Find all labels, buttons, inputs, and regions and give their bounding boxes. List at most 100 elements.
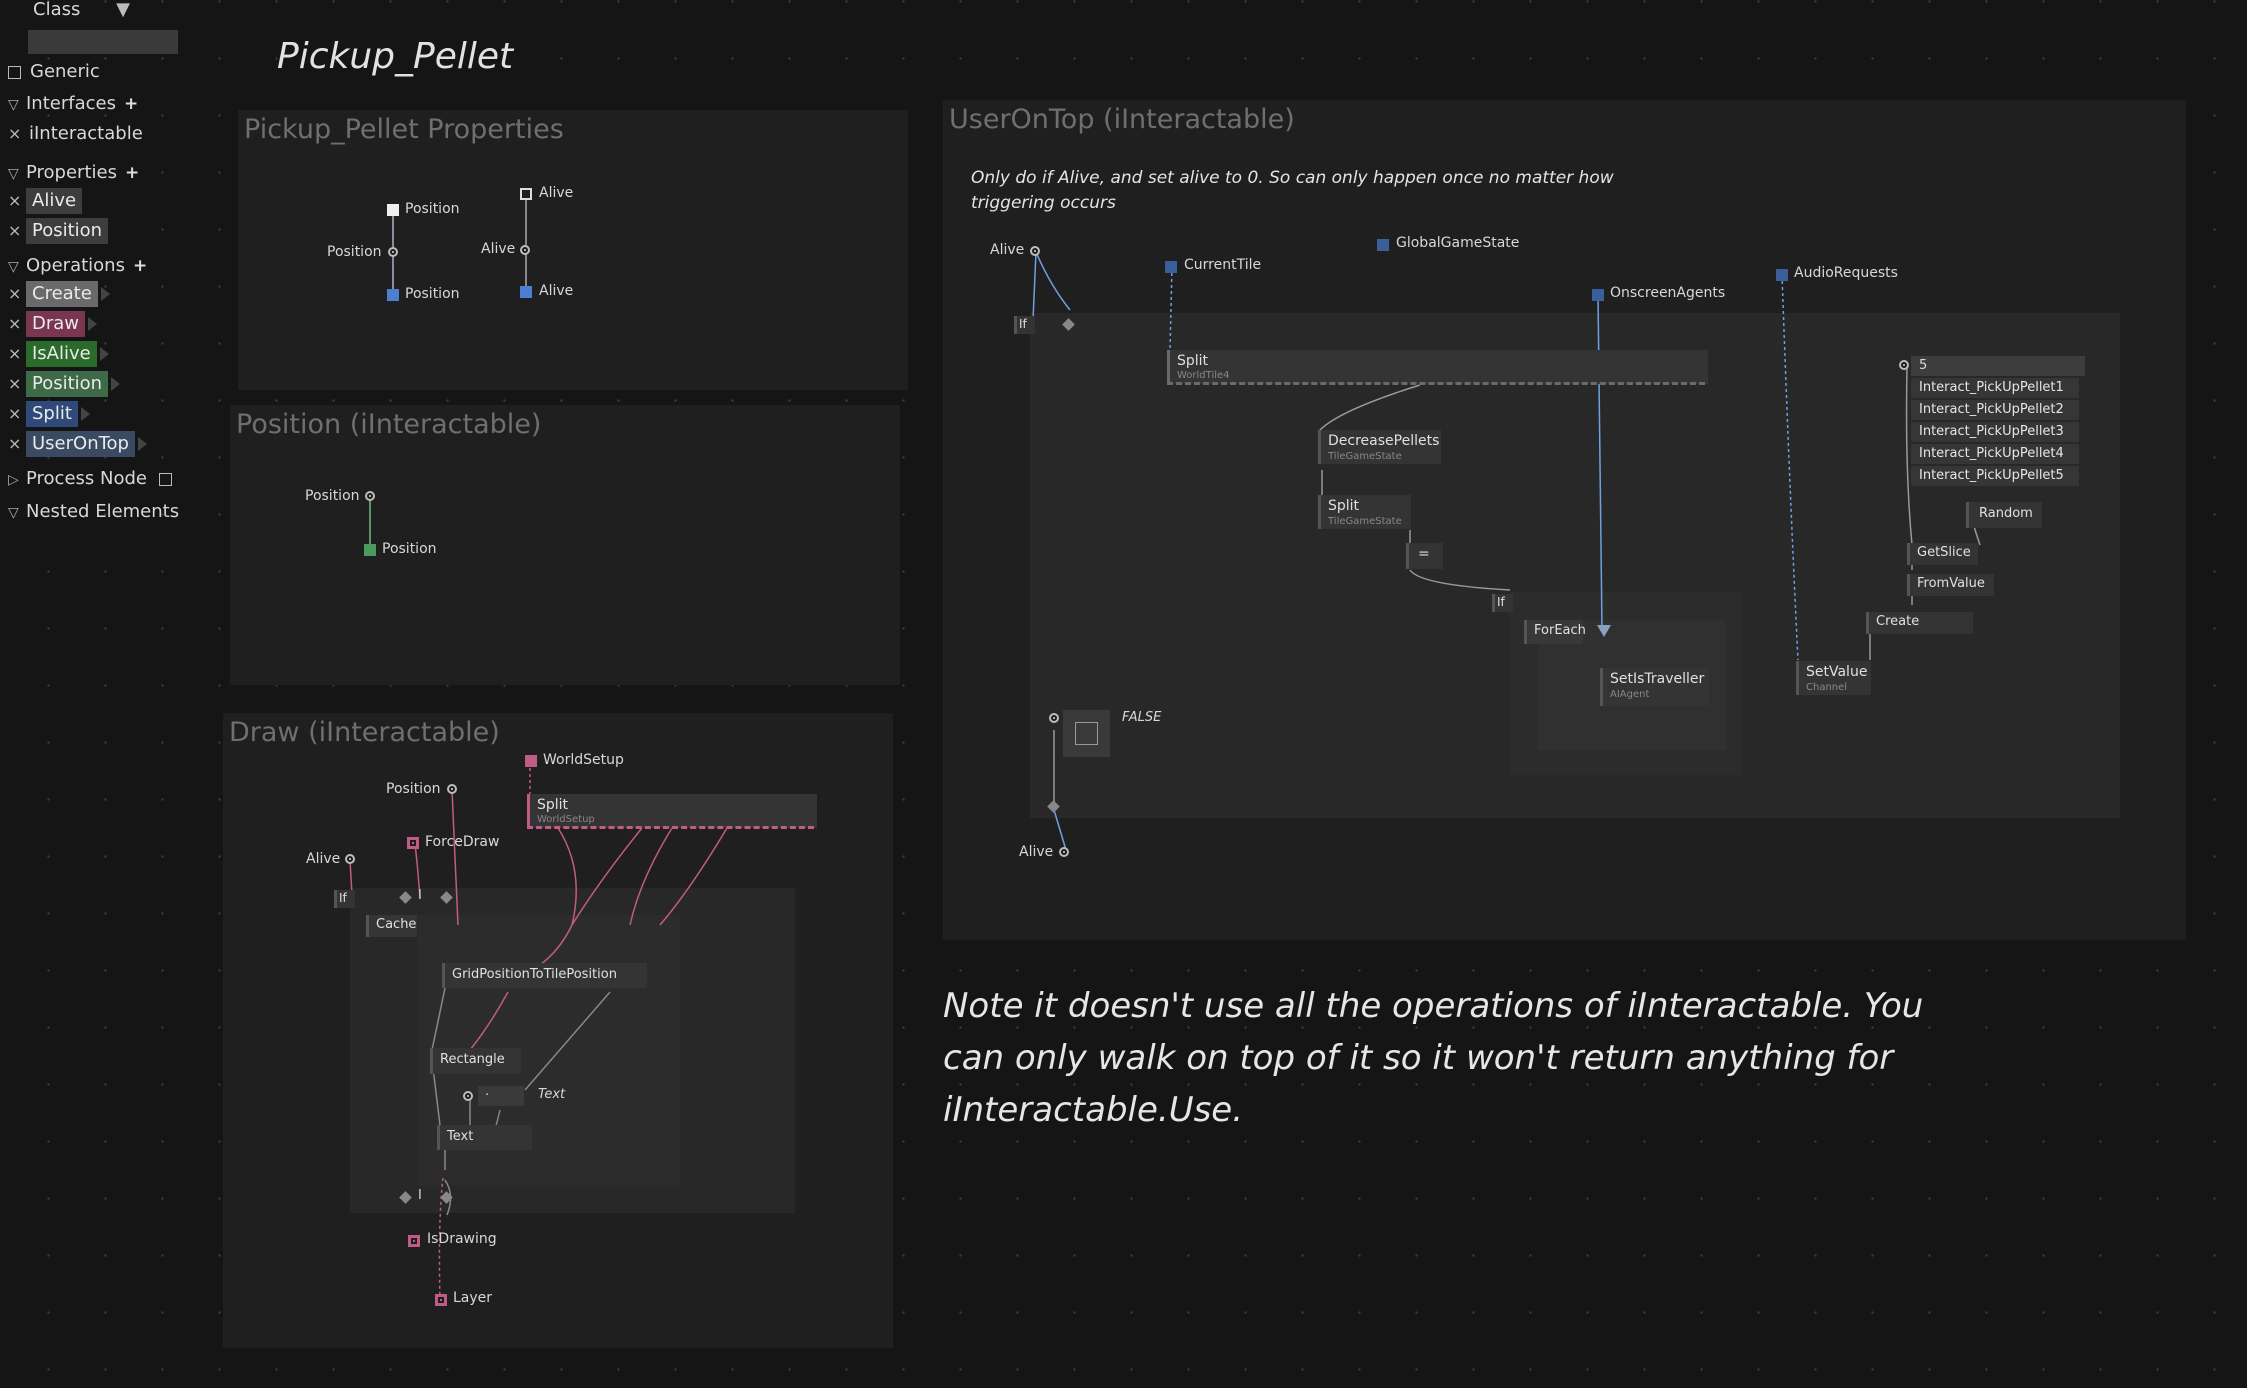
list-item[interactable]: Interact_PickUpPellet2 — [1911, 400, 2079, 420]
position-output-label: Position — [405, 201, 460, 217]
random-node[interactable]: Random — [1966, 502, 2042, 528]
node-label: If — [339, 891, 347, 905]
equals-node[interactable]: = — [1406, 543, 1443, 569]
split-worldtile-node[interactable]: Split WorldTile4 — [1167, 350, 1708, 384]
is-drawing-label: IsDrawing — [427, 1231, 497, 1247]
position-label: Position — [386, 781, 441, 797]
node-label: If — [1497, 595, 1505, 609]
if-node[interactable]: If — [1492, 594, 1513, 612]
list-input-pin[interactable] — [1899, 360, 1909, 370]
alive-input-label: Alive — [990, 242, 1025, 258]
node-sublabel: WorldSetup — [537, 814, 595, 825]
position-output-label: Position — [382, 541, 437, 557]
node-label: Random — [1979, 506, 2033, 521]
text-italic-label: Text — [538, 1087, 566, 1102]
alive-value-label: Alive — [539, 283, 574, 299]
rectangle-node[interactable]: Rectangle — [430, 1048, 521, 1074]
false-label: FALSE — [1122, 710, 1162, 725]
audio-requests-pin[interactable] — [1776, 269, 1788, 281]
list-count-field[interactable]: 5 — [1911, 356, 2085, 376]
split-outputs-bar — [527, 826, 814, 832]
node-label: Split — [1177, 353, 1209, 369]
layer-label: Layer — [453, 1290, 493, 1306]
layer-pin[interactable] — [435, 1294, 447, 1306]
position-input-pin[interactable] — [365, 491, 375, 501]
cache-node[interactable]: Cache — [366, 915, 417, 937]
is-drawing-pin[interactable] — [408, 1235, 420, 1247]
split-outputs-bar — [1167, 382, 1705, 388]
position-input-label: Position — [327, 244, 382, 260]
node-label: If — [1019, 317, 1027, 331]
list-item[interactable]: Interact_PickUpPellet1 — [1911, 378, 2079, 398]
position-input-label: Position — [305, 488, 360, 504]
alive-output-pin[interactable] — [1059, 847, 1069, 857]
text-node[interactable]: Text — [437, 1125, 532, 1150]
node-label: Create — [1876, 614, 1920, 629]
position-value-pin[interactable] — [387, 289, 399, 301]
false-input-pin[interactable] — [1049, 713, 1059, 723]
foreach-node[interactable]: ForEach — [1524, 620, 1586, 644]
set-value-node[interactable]: SetValue Channel — [1796, 661, 1871, 695]
bar-label: I — [418, 1188, 422, 1203]
alive-input-pin[interactable] — [1030, 246, 1040, 256]
node-sublabel: WorldTile4 — [1177, 370, 1230, 381]
grid-position-node[interactable]: GridPositionToTilePosition — [442, 963, 647, 988]
node-label: SetValue — [1806, 664, 1868, 680]
onscreen-agents-label: OnscreenAgents — [1610, 285, 1726, 301]
list-item[interactable]: Interact_PickUpPellet4 — [1911, 444, 2079, 464]
node-label: DecreasePellets — [1328, 433, 1440, 449]
node-sublabel: Channel — [1806, 682, 1848, 693]
list-item[interactable]: Interact_PickUpPellet3 — [1911, 422, 2079, 442]
global-game-state-label: GlobalGameState — [1396, 235, 1520, 251]
node-label: SetIsTraveller — [1610, 671, 1705, 687]
node-sublabel: TileGameState — [1328, 516, 1402, 527]
alive-output-label: Alive — [539, 185, 574, 201]
onscreen-agents-pin[interactable] — [1592, 289, 1604, 301]
node-label: Text — [447, 1129, 474, 1144]
bar-label: I — [418, 888, 422, 903]
audio-requests-label: AudioRequests — [1794, 265, 1898, 281]
node-label: ForEach — [1534, 623, 1586, 638]
position-input-pin[interactable] — [388, 247, 398, 257]
force-draw-pin[interactable] — [407, 837, 419, 849]
text-value-field[interactable]: · — [478, 1086, 524, 1106]
node-sublabel: AIAgent — [1610, 689, 1650, 700]
set-is-traveller-node[interactable]: SetIsTraveller AIAgent — [1600, 668, 1709, 706]
position-pin[interactable] — [447, 784, 457, 794]
position-output-pin[interactable] — [387, 204, 399, 216]
split-tilegamestate-node[interactable]: Split TileGameState — [1318, 495, 1411, 529]
create-node[interactable]: Create — [1866, 612, 1973, 634]
node-label: GridPositionToTilePosition — [452, 967, 617, 982]
position-value-label: Position — [405, 286, 460, 302]
from-value-node[interactable]: FromValue — [1907, 574, 1994, 596]
decrease-pellets-node[interactable]: DecreasePellets TileGameState — [1318, 430, 1441, 464]
world-setup-pin[interactable] — [525, 755, 537, 767]
current-tile-label: CurrentTile — [1184, 257, 1262, 273]
node-label: Split — [537, 797, 569, 813]
comment-text: Only do if Alive, and set alive to 0. So… — [971, 168, 1614, 213]
node-label: GetSlice — [1917, 545, 1971, 560]
node-sublabel: TileGameState — [1328, 451, 1402, 462]
false-checkbox-frame[interactable] — [1063, 710, 1110, 757]
get-slice-node[interactable]: GetSlice — [1907, 543, 1978, 565]
if-node[interactable]: If — [1014, 316, 1035, 334]
node-label: FromValue — [1917, 576, 1985, 591]
node-label: Cache — [376, 917, 417, 932]
current-tile-pin[interactable] — [1165, 261, 1177, 273]
alive-output-label: Alive — [1019, 844, 1054, 860]
if-node[interactable]: If — [334, 890, 355, 908]
checkbox-icon[interactable] — [1075, 722, 1098, 745]
node-label: Rectangle — [440, 1052, 505, 1067]
alive-pin[interactable] — [345, 854, 355, 864]
alive-output-pin[interactable] — [520, 188, 532, 200]
position-output-pin[interactable] — [364, 544, 376, 556]
global-game-state-pin[interactable] — [1377, 239, 1389, 251]
split-node[interactable]: Split WorldSetup — [527, 794, 817, 828]
list-item[interactable]: Interact_PickUpPellet5 — [1911, 466, 2079, 486]
alive-value-pin[interactable] — [520, 286, 532, 298]
note-text: Note it doesn't use all the operations o… — [943, 986, 1924, 1130]
alive-input-pin[interactable] — [520, 245, 530, 255]
text-input-pin[interactable] — [463, 1091, 473, 1101]
node-label: = — [1418, 546, 1430, 562]
arrow-down-icon — [1597, 625, 1611, 637]
